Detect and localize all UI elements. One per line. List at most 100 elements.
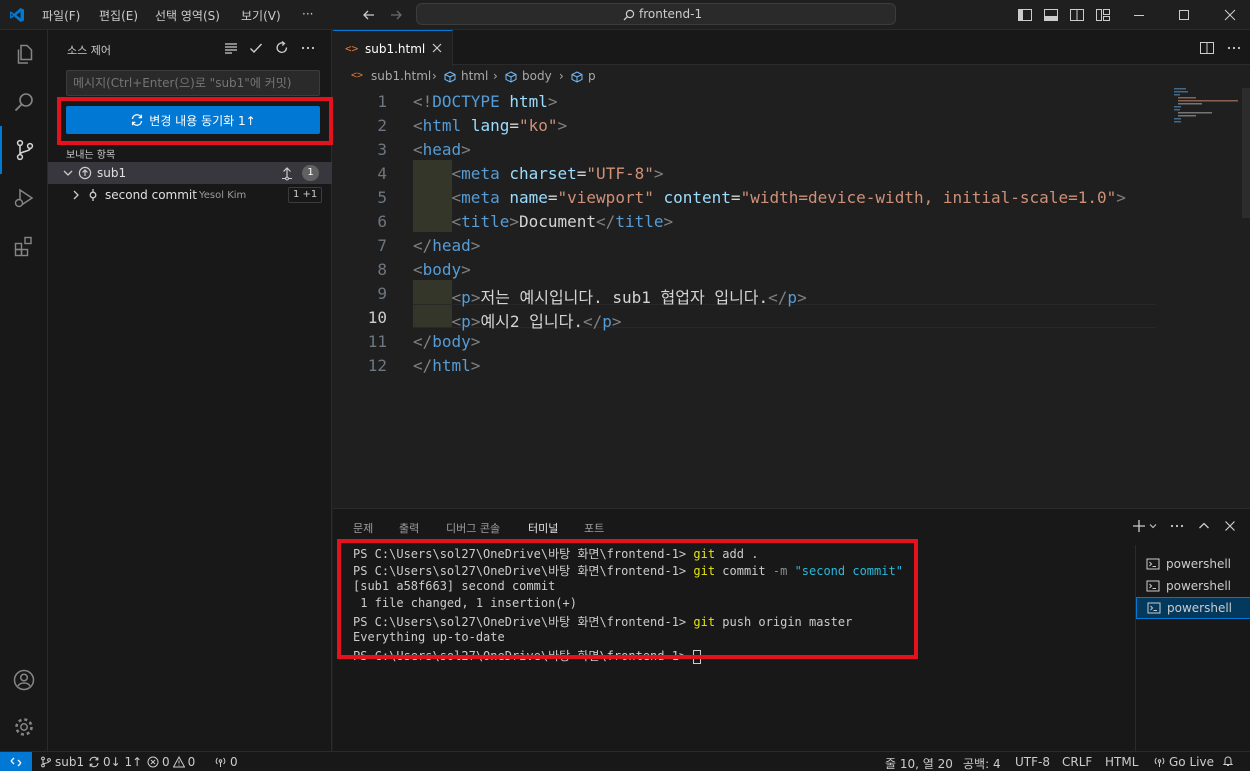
menu-file[interactable]: 파일(F) xyxy=(42,7,80,24)
outgoing-branch-row[interactable]: sub1 1 xyxy=(48,162,332,184)
code-line: <!DOCTYPE html> xyxy=(413,92,558,111)
status-sync-counts: 0↓ 1↑ xyxy=(103,755,143,769)
gear-icon xyxy=(12,715,36,739)
html-file-icon: <> xyxy=(345,42,359,55)
commit-author: Yesol Kim xyxy=(199,190,247,201)
maximize-icon[interactable] xyxy=(1176,7,1192,23)
minimize-icon[interactable] xyxy=(1131,7,1147,23)
title-text: Document xyxy=(518,212,597,231)
new-terminal-plus-icon[interactable] xyxy=(1131,518,1147,534)
status-notifications[interactable] xyxy=(1222,755,1234,767)
code-editor[interactable]: 1 2 3 4 5 6 7 8 9 10 11 12 <!DOCTYPE htm… xyxy=(333,88,1250,508)
highlight-box-terminal xyxy=(337,539,918,659)
toggle-panel-icon[interactable] xyxy=(1043,7,1059,23)
status-encoding[interactable]: UTF-8 xyxy=(1015,755,1050,769)
code-line: <html lang="ko"> xyxy=(413,116,568,135)
search-activity[interactable] xyxy=(0,78,48,126)
status-eol[interactable]: CRLF xyxy=(1062,755,1092,769)
status-error-count: 0 xyxy=(162,755,170,769)
terminal-item[interactable]: powershell xyxy=(1136,553,1250,575)
status-cursor-position[interactable]: 줄 10, 열 20 xyxy=(885,755,953,771)
terminal-item-label: powershell xyxy=(1166,557,1231,571)
code-line: <body> xyxy=(413,260,471,279)
panel-more-actions-icon[interactable] xyxy=(1169,518,1185,534)
menu-edit[interactable]: 편집(E) xyxy=(99,7,138,24)
close-panel-icon[interactable] xyxy=(1222,518,1238,534)
close-window-icon[interactable] xyxy=(1222,7,1238,23)
line-number: 2 xyxy=(377,116,387,135)
tab-output[interactable]: 출력 xyxy=(399,520,419,536)
breadcrumb-file[interactable]: sub1.html xyxy=(371,69,431,83)
status-ports[interactable]: 0 xyxy=(214,755,238,769)
git-branch-icon xyxy=(40,756,52,768)
status-branch-name: sub1 xyxy=(55,755,85,769)
manage-activity[interactable] xyxy=(0,703,48,751)
bell-icon xyxy=(1222,755,1234,767)
extensions-icon xyxy=(12,234,36,258)
terminal-item[interactable]: powershell xyxy=(1136,575,1250,597)
tab-terminal[interactable]: 터미널 xyxy=(528,520,559,540)
terminal-dropdown-chevron-icon[interactable] xyxy=(1148,521,1158,531)
terminal-item-selected[interactable]: powershell xyxy=(1136,597,1250,619)
menu-view[interactable]: 보기(V) xyxy=(241,7,281,24)
more-actions-icon[interactable] xyxy=(300,40,316,56)
accounts-activity[interactable] xyxy=(0,656,48,704)
push-icon[interactable] xyxy=(279,165,295,181)
commit-message: second commit xyxy=(105,188,197,202)
breadcrumb-html[interactable]: html xyxy=(461,69,488,83)
menu-selection[interactable]: 선택 영역(S) xyxy=(155,7,220,24)
source-control-activity[interactable] xyxy=(0,126,48,174)
terminal-item-label: powershell xyxy=(1166,579,1231,593)
split-editor-icon[interactable] xyxy=(1199,40,1215,56)
extensions-activity[interactable] xyxy=(0,222,48,270)
status-go-live[interactable]: Go Live xyxy=(1153,755,1214,769)
minimap[interactable] xyxy=(1174,88,1242,128)
command-center[interactable]: frontend-1 xyxy=(416,3,896,25)
chevron-down-icon xyxy=(61,166,75,180)
outgoing-commit-row[interactable]: second commit Yesol Kim 1 +1 xyxy=(48,184,332,206)
outgoing-section-label: 보내는 항목 xyxy=(66,150,116,161)
breadcrumb-p[interactable]: p xyxy=(588,69,596,83)
sync-icon xyxy=(88,756,100,768)
status-problems[interactable]: 0 0 xyxy=(147,755,195,769)
status-branch[interactable]: sub1 xyxy=(40,755,84,769)
line-number: 4 xyxy=(377,164,387,183)
broadcast-icon xyxy=(214,756,227,768)
tab-sub1-html[interactable]: <> sub1.html xyxy=(333,30,453,66)
editor-scrollbar[interactable] xyxy=(1242,88,1250,218)
toggle-primary-sidebar-icon[interactable] xyxy=(1017,7,1033,23)
status-sync[interactable]: 0↓ 1↑ xyxy=(88,755,142,769)
sidebar-title: 소스 제어 xyxy=(67,44,111,57)
toggle-secondary-sidebar-icon[interactable] xyxy=(1069,7,1085,23)
line-number: 3 xyxy=(377,140,387,159)
customize-layout-icon[interactable] xyxy=(1095,7,1111,23)
maximize-panel-chevron-up-icon[interactable] xyxy=(1196,518,1212,534)
run-debug-activity[interactable] xyxy=(0,174,48,222)
close-tab-icon[interactable] xyxy=(431,42,443,54)
commit-stats-badge: 1 +1 xyxy=(288,187,323,203)
tab-debug-console[interactable]: 디버그 콘솔 xyxy=(446,520,500,536)
editor-more-actions-icon[interactable] xyxy=(1226,40,1242,56)
status-indentation[interactable]: 공백: 4 xyxy=(963,755,1001,771)
remote-indicator[interactable] xyxy=(0,752,32,771)
tab-ports[interactable]: 포트 xyxy=(584,520,604,536)
command-center-text: frontend-1 xyxy=(639,7,703,21)
terminal-list: powershell powershell powershell xyxy=(1135,545,1250,752)
forward-arrow-icon[interactable] xyxy=(389,8,403,22)
commit-check-icon[interactable] xyxy=(248,40,264,56)
view-as-tree-icon[interactable] xyxy=(223,40,239,56)
status-bar: sub1 0↓ 1↑ 0 0 0 줄 10, 열 20 공백: 4 UTF-8 … xyxy=(0,751,1250,771)
menu-more[interactable]: ··· xyxy=(302,7,313,21)
tab-problems[interactable]: 문제 xyxy=(353,520,373,536)
back-arrow-icon[interactable] xyxy=(362,8,376,22)
refresh-icon[interactable] xyxy=(274,40,290,56)
breadcrumb-body[interactable]: body xyxy=(522,69,552,83)
current-line-number: 10 xyxy=(367,308,387,327)
status-warning-count: 0 xyxy=(187,755,196,769)
code-line: <meta name="viewport" content="width=dev… xyxy=(451,188,1126,207)
breadcrumb-separator: › xyxy=(559,69,564,83)
explorer-activity[interactable] xyxy=(0,30,48,78)
status-language[interactable]: HTML xyxy=(1105,755,1138,769)
branch-commit-count-badge: 1 xyxy=(302,165,319,181)
commit-message-input[interactable] xyxy=(66,70,320,96)
